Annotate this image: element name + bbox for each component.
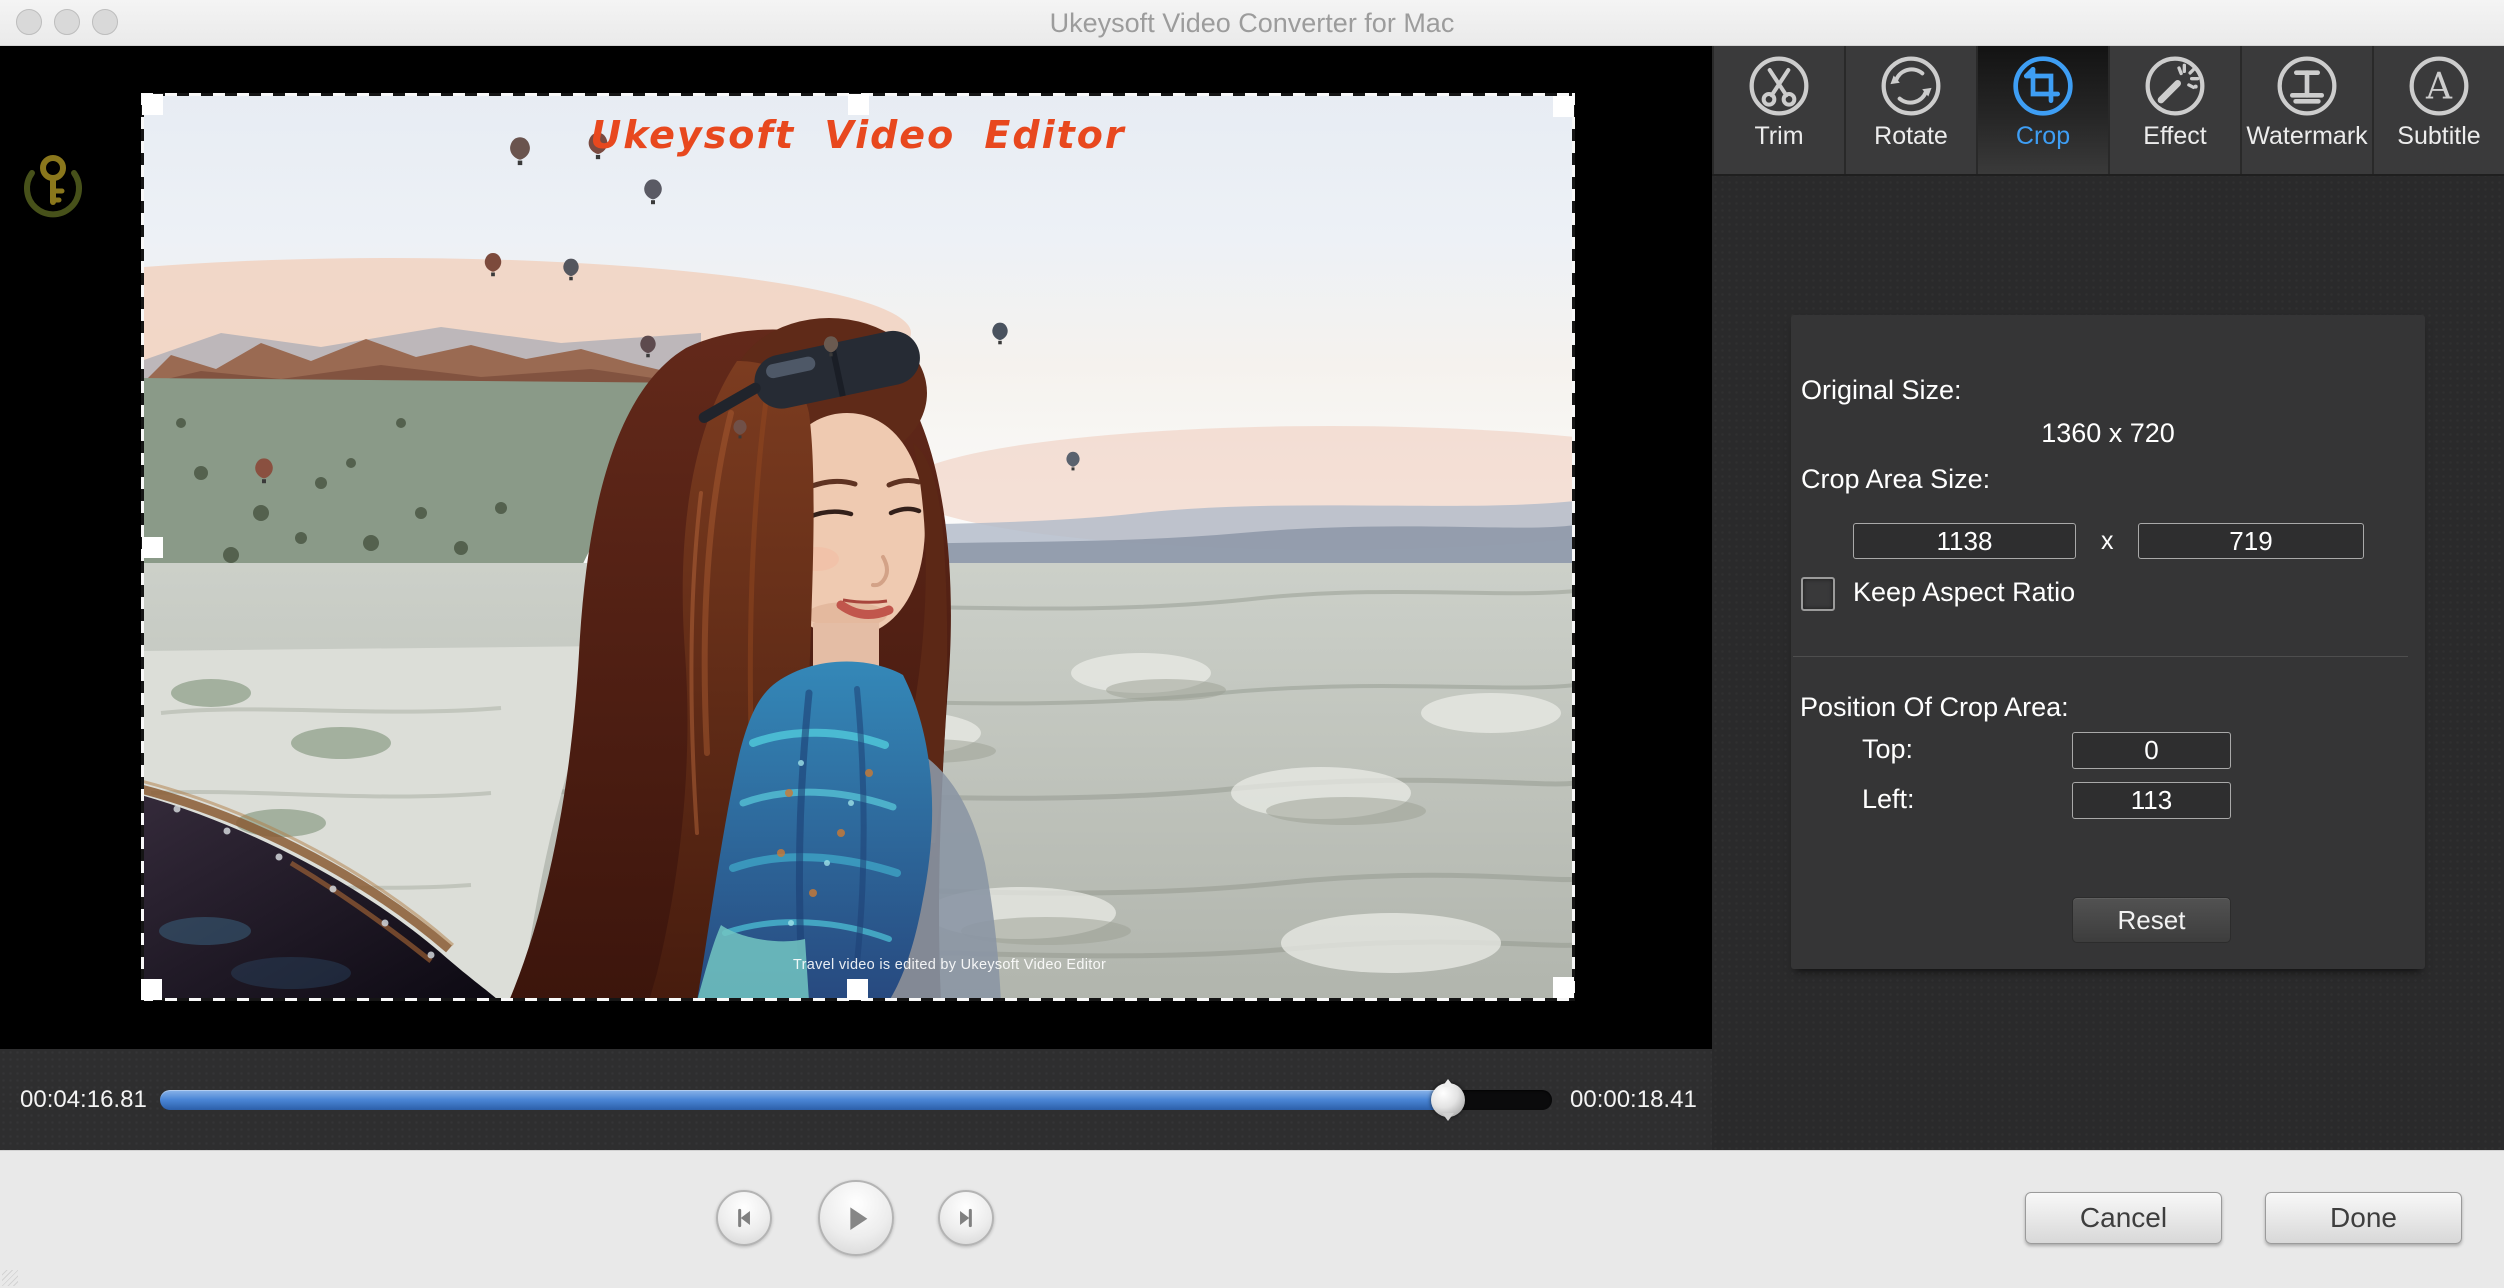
crop-height-input[interactable] xyxy=(2138,523,2364,559)
timeline-bar: 00:04:16.81 00:00:18.41 xyxy=(0,1049,1712,1150)
tab-subtitle[interactable]: A Subtitle xyxy=(2372,46,2504,174)
crop-settings-box: Original Size: 1360 x 720 Crop Area Size… xyxy=(1791,315,2425,969)
svg-text:A: A xyxy=(2425,67,2453,108)
cancel-button[interactable]: Cancel xyxy=(2025,1192,2222,1244)
crop-width-input[interactable] xyxy=(1853,523,2076,559)
tab-watermark-label: Watermark xyxy=(2246,122,2368,150)
tab-trim-label: Trim xyxy=(1754,122,1804,150)
tab-trim[interactable]: Trim xyxy=(1712,46,1844,174)
video-preview-area: Ukeysoft Video Editor Travel video is ed… xyxy=(0,46,1712,1049)
minimize-window-button[interactable] xyxy=(54,9,80,35)
tab-crop-label: Crop xyxy=(2015,122,2071,150)
video-caption-watermark: Travel video is edited by Ukeysoft Video… xyxy=(793,957,1107,973)
video-brand-watermark: Ukeysoft Video Editor xyxy=(590,113,1126,157)
previous-frame-button[interactable] xyxy=(716,1190,772,1246)
original-size-value: 1360 x 720 xyxy=(2041,418,2175,448)
seek-handle[interactable] xyxy=(1430,1083,1465,1117)
done-button[interactable]: Done xyxy=(2265,1192,2462,1244)
window-title: Ukeysoft Video Converter for Mac xyxy=(1049,8,1455,38)
seek-progress-fill xyxy=(160,1090,1448,1110)
titlebar: Ukeysoft Video Converter for Mac xyxy=(0,0,2504,46)
crop-handle-top-right[interactable] xyxy=(1553,96,1574,117)
next-frame-button[interactable] xyxy=(938,1190,994,1246)
tab-crop[interactable]: Crop xyxy=(1976,46,2108,174)
video-still-image xyxy=(141,132,1575,1001)
bottom-bar: Cancel Done xyxy=(0,1150,2504,1288)
watermark-icon xyxy=(2277,56,2337,116)
edit-panel: Trim Rotate Crop Effect Watermark A Subt… xyxy=(1712,46,2504,1150)
resize-grip[interactable] xyxy=(2,1270,18,1286)
crop-handle-bottom-center[interactable] xyxy=(847,979,868,1000)
keep-aspect-ratio-checkbox[interactable] xyxy=(1801,577,1835,611)
ukeysoft-key-logo-icon xyxy=(24,155,82,218)
left-label: Left: xyxy=(1862,784,1915,814)
dimension-separator: x xyxy=(2101,527,2114,555)
crop-left-input[interactable] xyxy=(2072,782,2231,819)
section-divider xyxy=(1793,656,2408,657)
tab-rotate[interactable]: Rotate xyxy=(1844,46,1976,174)
scissors-icon xyxy=(1749,56,1809,116)
traffic-lights xyxy=(16,9,118,35)
tab-rotate-label: Rotate xyxy=(1874,122,1948,150)
crop-handle-left-middle[interactable] xyxy=(142,537,163,558)
crop-handle-top-center[interactable] xyxy=(848,94,869,115)
zoom-window-button[interactable] xyxy=(92,9,118,35)
app-window: Ukeysoft Video Converter for Mac Ukeysof… xyxy=(0,0,2504,1288)
play-icon xyxy=(850,1207,868,1231)
tab-effect-label: Effect xyxy=(2143,122,2207,150)
crop-area-size-label: Crop Area Size: xyxy=(1801,464,1991,494)
reset-button[interactable]: Reset xyxy=(2072,897,2231,943)
current-time-label: 00:04:16.81 xyxy=(20,1086,147,1113)
total-time-label: 00:00:18.41 xyxy=(1570,1086,1697,1113)
crop-handle-bottom-left[interactable] xyxy=(141,979,162,1000)
top-label: Top: xyxy=(1862,734,1914,764)
original-size-label: Original Size: xyxy=(1801,375,1962,405)
keep-aspect-ratio-label: Keep Aspect Ratio xyxy=(1853,577,2076,607)
skip-forward-icon xyxy=(960,1208,972,1228)
subtitle-letter-a-icon: A xyxy=(2409,56,2469,116)
tab-watermark[interactable]: Watermark xyxy=(2240,46,2372,174)
rotate-icon xyxy=(1881,56,1941,116)
crop-handle-top-left[interactable] xyxy=(142,94,163,115)
video-frame: Ukeysoft Video Editor Travel video is ed… xyxy=(141,93,1575,1001)
play-button[interactable] xyxy=(818,1180,894,1256)
crop-icon xyxy=(2013,56,2073,116)
close-window-button[interactable] xyxy=(16,9,42,35)
position-of-crop-area-label: Position Of Crop Area: xyxy=(1800,692,2069,722)
edit-toolbar: Trim Rotate Crop Effect Watermark A Subt… xyxy=(1712,46,2504,176)
tab-subtitle-label: Subtitle xyxy=(2397,122,2481,150)
tab-effect[interactable]: Effect xyxy=(2108,46,2240,174)
seek-track[interactable] xyxy=(160,1083,1552,1117)
magic-wand-icon xyxy=(2145,56,2205,116)
crop-handle-bottom-right[interactable] xyxy=(1553,977,1574,998)
crop-top-input[interactable] xyxy=(2072,732,2231,769)
skip-back-icon xyxy=(738,1208,750,1228)
